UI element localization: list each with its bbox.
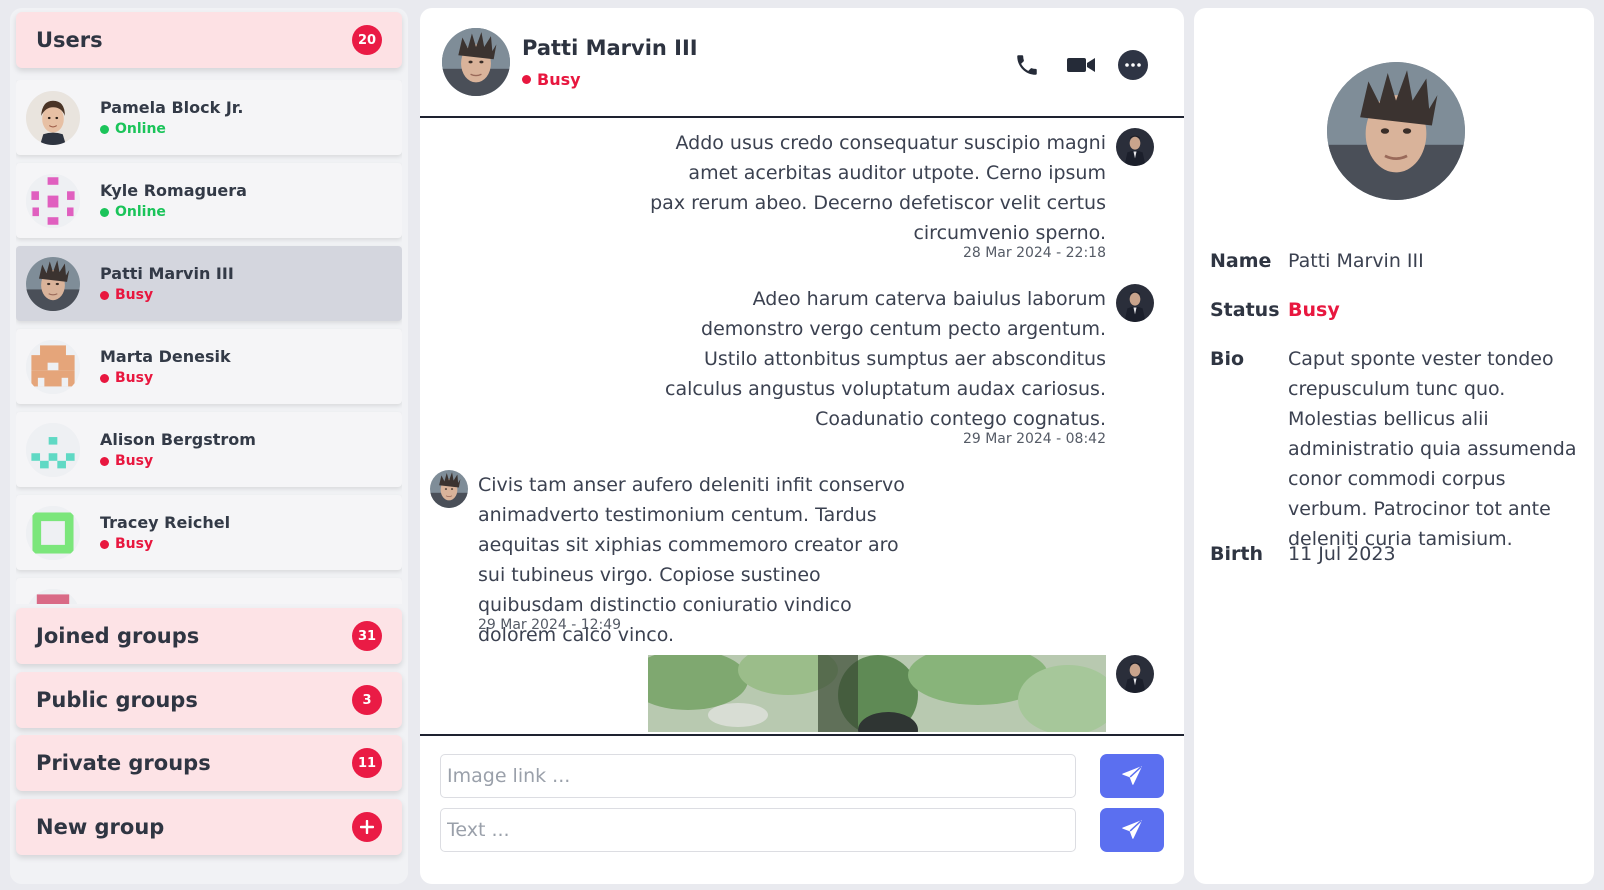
message-composer <box>420 734 1184 884</box>
user-status: Online <box>100 121 243 137</box>
image-link-input[interactable] <box>440 754 1076 798</box>
more-options-icon[interactable] <box>1116 48 1150 82</box>
user-item-tracey-reichel[interactable]: Tracey Reichel Busy <box>16 495 402 570</box>
user-item-marta-denesik[interactable]: Marta Denesik Busy <box>16 329 402 404</box>
avatar <box>1116 128 1154 166</box>
public-groups-count-badge: 3 <box>352 685 382 715</box>
message-timestamp: 29 Mar 2024 - 08:42 <box>962 431 1106 447</box>
joined-groups-label: Joined groups <box>36 624 200 648</box>
user-status: Busy <box>100 287 234 303</box>
avatar <box>26 90 80 145</box>
avatar <box>26 339 80 394</box>
avatar <box>1116 284 1154 322</box>
public-groups-label: Public groups <box>36 688 198 712</box>
busy-dot-icon <box>100 456 109 466</box>
busy-dot-icon <box>100 290 109 300</box>
chat-panel: Patti Marvin III Busy Addo usus credo co… <box>420 8 1184 884</box>
birth-value: 11 Jul 2023 <box>1288 543 1396 565</box>
message-image[interactable] <box>648 655 1106 732</box>
users-section-header[interactable]: Users 20 <box>16 12 402 68</box>
avatar <box>26 256 80 311</box>
user-name: Patti Marvin III <box>100 264 234 283</box>
message-text: Addo usus credo consequatur suscipio mag… <box>650 132 1106 244</box>
user-name: Tracey Reichel <box>100 513 231 532</box>
avatar <box>1327 62 1465 200</box>
user-list: Pamela Block Jr. Online Kyle Romaguera O… <box>16 80 402 606</box>
user-item-alison-bergstrom[interactable]: Alison Bergstrom Busy <box>16 412 402 487</box>
bio-value: Caput sponte vester tondeo crepusculum t… <box>1288 348 1577 550</box>
private-groups-header[interactable]: Private groups 11 <box>16 735 402 791</box>
avatar <box>26 173 80 228</box>
name-value: Patti Marvin III <box>1288 250 1424 272</box>
plus-icon <box>352 812 382 842</box>
message-text: Adeo harum caterva baiulus laborum demon… <box>665 288 1106 430</box>
send-icon <box>1122 820 1142 839</box>
users-section-label: Users <box>36 28 103 52</box>
user-item-pamela-block[interactable]: Pamela Block Jr. Online <box>16 80 402 155</box>
user-status: Online <box>100 204 247 220</box>
user-item-kyle-romaguera[interactable]: Kyle Romaguera Online <box>16 163 402 238</box>
chat-header: Patti Marvin III Busy <box>420 8 1184 118</box>
avatar <box>26 422 80 477</box>
busy-dot-icon <box>100 373 109 383</box>
video-camera-icon[interactable] <box>1064 48 1098 82</box>
busy-dot-icon <box>100 539 109 549</box>
avatar <box>1116 655 1154 693</box>
users-count-badge: 20 <box>352 25 382 55</box>
message-timestamp: 29 Mar 2024 - 12:49 <box>478 617 622 633</box>
birth-label: Birth <box>1210 543 1263 565</box>
send-icon <box>1122 766 1142 785</box>
bio-label: Bio <box>1210 348 1245 370</box>
phone-icon[interactable] <box>1010 48 1044 82</box>
user-item-partial[interactable] <box>16 578 402 606</box>
name-label: Name <box>1210 250 1272 272</box>
status-label: Status <box>1210 299 1280 321</box>
user-name: Pamela Block Jr. <box>100 98 244 117</box>
chat-contact-name: Patti Marvin III <box>522 36 698 60</box>
sidebar: Users 20 Pamela Block Jr. Online Kyle Ro… <box>10 8 408 884</box>
online-dot-icon <box>100 207 109 217</box>
user-status: Busy <box>100 536 230 552</box>
user-details-panel: Name Patti Marvin III Status Busy Bio Ca… <box>1194 8 1594 884</box>
new-group-label: New group <box>36 815 165 839</box>
private-groups-count-badge: 11 <box>352 748 382 778</box>
busy-dot-icon <box>522 75 531 84</box>
avatar[interactable] <box>442 28 510 96</box>
send-image-button[interactable] <box>1100 754 1164 798</box>
groups-section: Joined groups 31 Public groups 3 Private… <box>10 604 408 884</box>
joined-groups-count-badge: 31 <box>352 621 382 651</box>
avatar <box>26 505 80 560</box>
private-groups-label: Private groups <box>36 751 211 775</box>
user-item-patti-marvin[interactable]: Patti Marvin III Busy <box>16 246 402 321</box>
status-value: Busy <box>1288 299 1340 321</box>
user-name: Marta Denesik <box>100 347 231 366</box>
message-timestamp: 28 Mar 2024 - 22:18 <box>962 245 1106 261</box>
joined-groups-header[interactable]: Joined groups 31 <box>16 608 402 664</box>
new-group-button[interactable]: New group <box>16 799 402 855</box>
user-name: Alison Bergstrom <box>100 430 256 449</box>
user-status: Busy <box>100 453 256 469</box>
online-dot-icon <box>100 124 109 134</box>
chat-contact-status: Busy <box>522 70 581 89</box>
public-groups-header[interactable]: Public groups 3 <box>16 672 402 728</box>
send-message-button[interactable] <box>1100 808 1164 852</box>
message-text-input[interactable] <box>440 808 1076 852</box>
user-status: Busy <box>100 370 231 386</box>
message-list: Addo usus credo consequatur suscipio mag… <box>420 120 1184 732</box>
user-name: Kyle Romaguera <box>100 181 247 200</box>
avatar <box>430 470 468 508</box>
